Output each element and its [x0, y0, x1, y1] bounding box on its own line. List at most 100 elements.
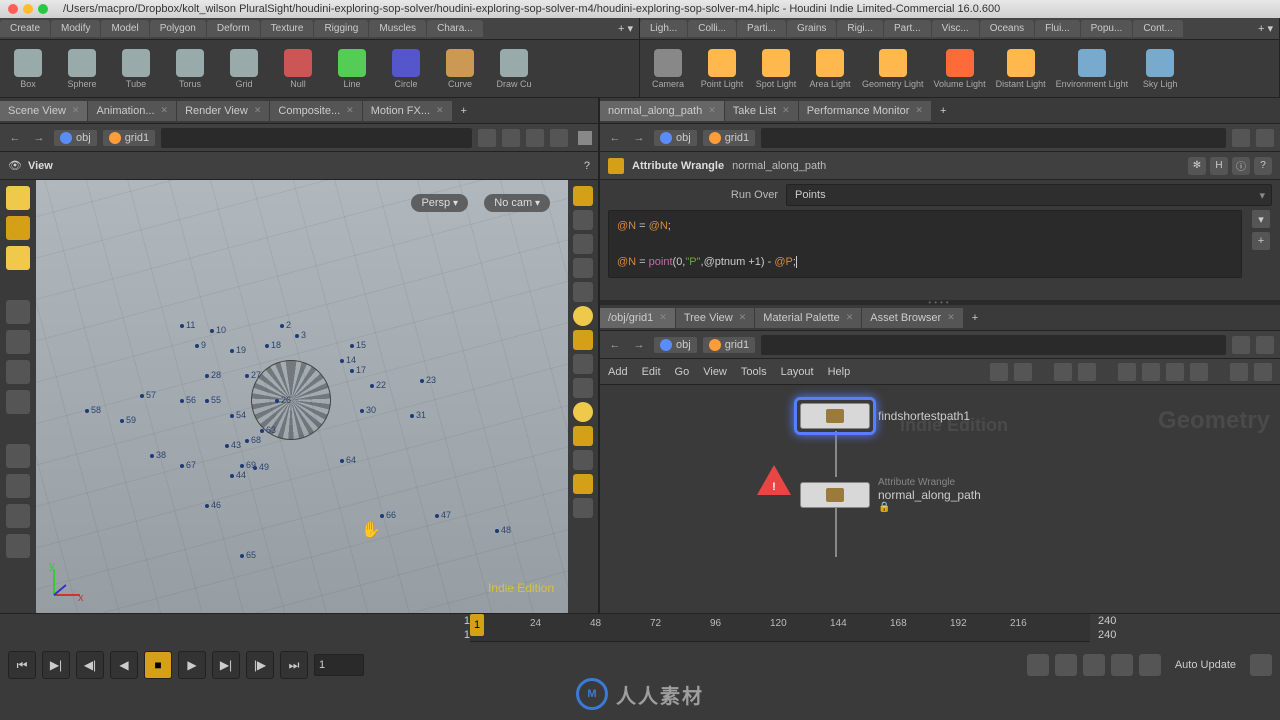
shelf-tab-rigging[interactable]: Rigging	[314, 20, 368, 37]
net-opt3-icon[interactable]	[1054, 363, 1072, 381]
shelf-tab-cont[interactable]: Cont...	[1133, 20, 1182, 37]
shelf-tab-model[interactable]: Model	[101, 20, 148, 37]
shelf-tab-visc[interactable]: Visc...	[932, 20, 979, 37]
last-frame-button[interactable]: ⏭	[280, 651, 308, 679]
menu-go[interactable]: Go	[675, 366, 690, 378]
shelf-tab-popu[interactable]: Popu...	[1081, 20, 1133, 37]
scale-tool-icon[interactable]	[6, 390, 30, 414]
link-icon[interactable]	[502, 129, 520, 147]
tab-take-list[interactable]: Take List✕	[725, 101, 798, 121]
close-tab-icon[interactable]: ✕	[947, 312, 955, 323]
shelf-tab-flui[interactable]: Flui...	[1035, 20, 1079, 37]
tool-drawcu[interactable]: Draw Cu	[492, 49, 536, 89]
pin-icon[interactable]	[1232, 336, 1250, 354]
back-arrow-icon[interactable]: ←	[606, 336, 624, 354]
select-edge-icon[interactable]	[6, 246, 30, 270]
stop-button[interactable]: ■	[144, 651, 172, 679]
tab-motion-fx-[interactable]: Motion FX...✕	[363, 101, 452, 121]
shelf-tab-chara[interactable]: Chara...	[427, 20, 483, 37]
timeline-opt5-icon[interactable]	[1139, 654, 1161, 676]
shelf-tab-texture[interactable]: Texture	[261, 20, 314, 37]
tool-tube[interactable]: Tube	[114, 49, 158, 89]
opt2-icon[interactable]	[550, 129, 568, 147]
net-opt6-icon[interactable]	[1142, 363, 1160, 381]
vex-code-editor[interactable]: @N = @N; @N = point(0,"P",@ptnum +1) - @…	[608, 210, 1242, 278]
lock-icon[interactable]	[573, 234, 593, 254]
timeline-ruler[interactable]: 1 24487296120144168192216	[470, 614, 1090, 642]
tool-sphere[interactable]: Sphere	[60, 49, 104, 89]
back-arrow-icon[interactable]: ←	[6, 129, 24, 147]
display-opt10-icon[interactable]	[573, 450, 593, 470]
menu-edit[interactable]: Edit	[642, 366, 661, 378]
forward-arrow-icon[interactable]: →	[630, 129, 648, 147]
tool-pointlight[interactable]: Point Light	[700, 49, 744, 89]
current-frame-input[interactable]: 1	[314, 654, 364, 676]
warning-icon[interactable]: !	[757, 465, 791, 495]
shelf-tab-deform[interactable]: Deform	[207, 20, 260, 37]
zoom-window-icon[interactable]	[38, 4, 48, 14]
pin-icon[interactable]	[478, 129, 496, 147]
link-icon[interactable]	[1256, 336, 1274, 354]
close-tab-icon[interactable]: ✕	[846, 312, 854, 323]
shelf-tab-modify[interactable]: Modify	[51, 20, 100, 37]
close-window-icon[interactable]	[8, 4, 18, 14]
tab-tree-view[interactable]: Tree View✕	[676, 308, 754, 328]
add-tab-button[interactable]: +	[453, 103, 475, 119]
link-icon[interactable]	[1256, 129, 1274, 147]
display-opt4-icon[interactable]	[573, 282, 593, 302]
menu-add[interactable]: Add	[608, 366, 628, 378]
misc2-tool-icon[interactable]	[6, 534, 30, 558]
path-segment-grid1[interactable]: grid1	[103, 130, 155, 146]
tab-render-view[interactable]: Render View✕	[177, 101, 269, 121]
tool-environmentlight[interactable]: Environment Light	[1056, 49, 1129, 89]
code-expand-icon[interactable]: ▾	[1252, 210, 1270, 228]
net-opt8-icon[interactable]	[1190, 363, 1208, 381]
net-opt4-icon[interactable]	[1078, 363, 1096, 381]
path-field[interactable]	[761, 335, 1226, 355]
first-frame-button[interactable]: ⏮	[8, 651, 36, 679]
misc-tool-icon[interactable]	[6, 504, 30, 528]
path-segment-obj[interactable]: obj	[654, 337, 697, 353]
help-icon[interactable]: ?	[584, 160, 590, 172]
net-opt5-icon[interactable]	[1118, 363, 1136, 381]
tab-performance-monitor[interactable]: Performance Monitor✕	[799, 101, 931, 121]
shelf-tab-grains[interactable]: Grains	[787, 20, 836, 37]
move-tool-icon[interactable]	[6, 330, 30, 354]
select-obj-icon[interactable]	[6, 216, 30, 240]
back-arrow-icon[interactable]: ←	[606, 129, 624, 147]
display-opt12-icon[interactable]	[573, 498, 593, 518]
display-opt8-icon[interactable]	[573, 402, 593, 422]
gear-icon[interactable]: ✻	[1188, 157, 1206, 175]
node-normal-along-path[interactable]: Attribute Wrangle normal_along_path 🔒	[800, 477, 981, 513]
tool-null[interactable]: Null	[276, 49, 320, 89]
pointer-tool-icon[interactable]	[6, 300, 30, 324]
display-opt-icon[interactable]	[573, 186, 593, 206]
search-icon[interactable]	[1230, 363, 1248, 381]
add-tab-button[interactable]: +	[964, 310, 986, 326]
tool-arealight[interactable]: Area Light	[808, 49, 852, 89]
run-over-dropdown[interactable]: Points▾	[786, 184, 1272, 206]
opt3-icon[interactable]	[578, 131, 592, 145]
close-tab-icon[interactable]: ✕	[161, 105, 169, 116]
play-back-button[interactable]: ▶|	[42, 651, 70, 679]
path-segment-obj[interactable]: obj	[654, 130, 697, 146]
shelf-add-button[interactable]: + ▾	[612, 20, 639, 37]
tool-line[interactable]: Line	[330, 49, 374, 89]
menu-tools[interactable]: Tools	[741, 366, 767, 378]
path-segment-obj[interactable]: obj	[54, 130, 97, 146]
info-icon[interactable]: ⓘ	[1232, 157, 1250, 175]
forward-arrow-icon[interactable]: →	[30, 129, 48, 147]
tab-material-palette[interactable]: Material Palette✕	[755, 308, 861, 328]
auto-update-label[interactable]: Auto Update	[1175, 659, 1236, 671]
tool-camera[interactable]: Camera	[646, 49, 690, 89]
persp-menu[interactable]: Persp ▾	[411, 194, 468, 212]
pin-icon[interactable]	[1232, 129, 1250, 147]
path-segment-grid1[interactable]: grid1	[703, 130, 755, 146]
menu-layout[interactable]: Layout	[781, 366, 814, 378]
display-opt6-icon[interactable]	[573, 354, 593, 374]
shelf-tab-polygon[interactable]: Polygon	[150, 20, 206, 37]
shelf-tab-muscles[interactable]: Muscles	[369, 20, 426, 37]
shelf-tab-oceans[interactable]: Oceans	[980, 20, 1034, 37]
shelf-tab-part[interactable]: Part...	[884, 20, 931, 37]
path-field[interactable]	[761, 128, 1226, 148]
